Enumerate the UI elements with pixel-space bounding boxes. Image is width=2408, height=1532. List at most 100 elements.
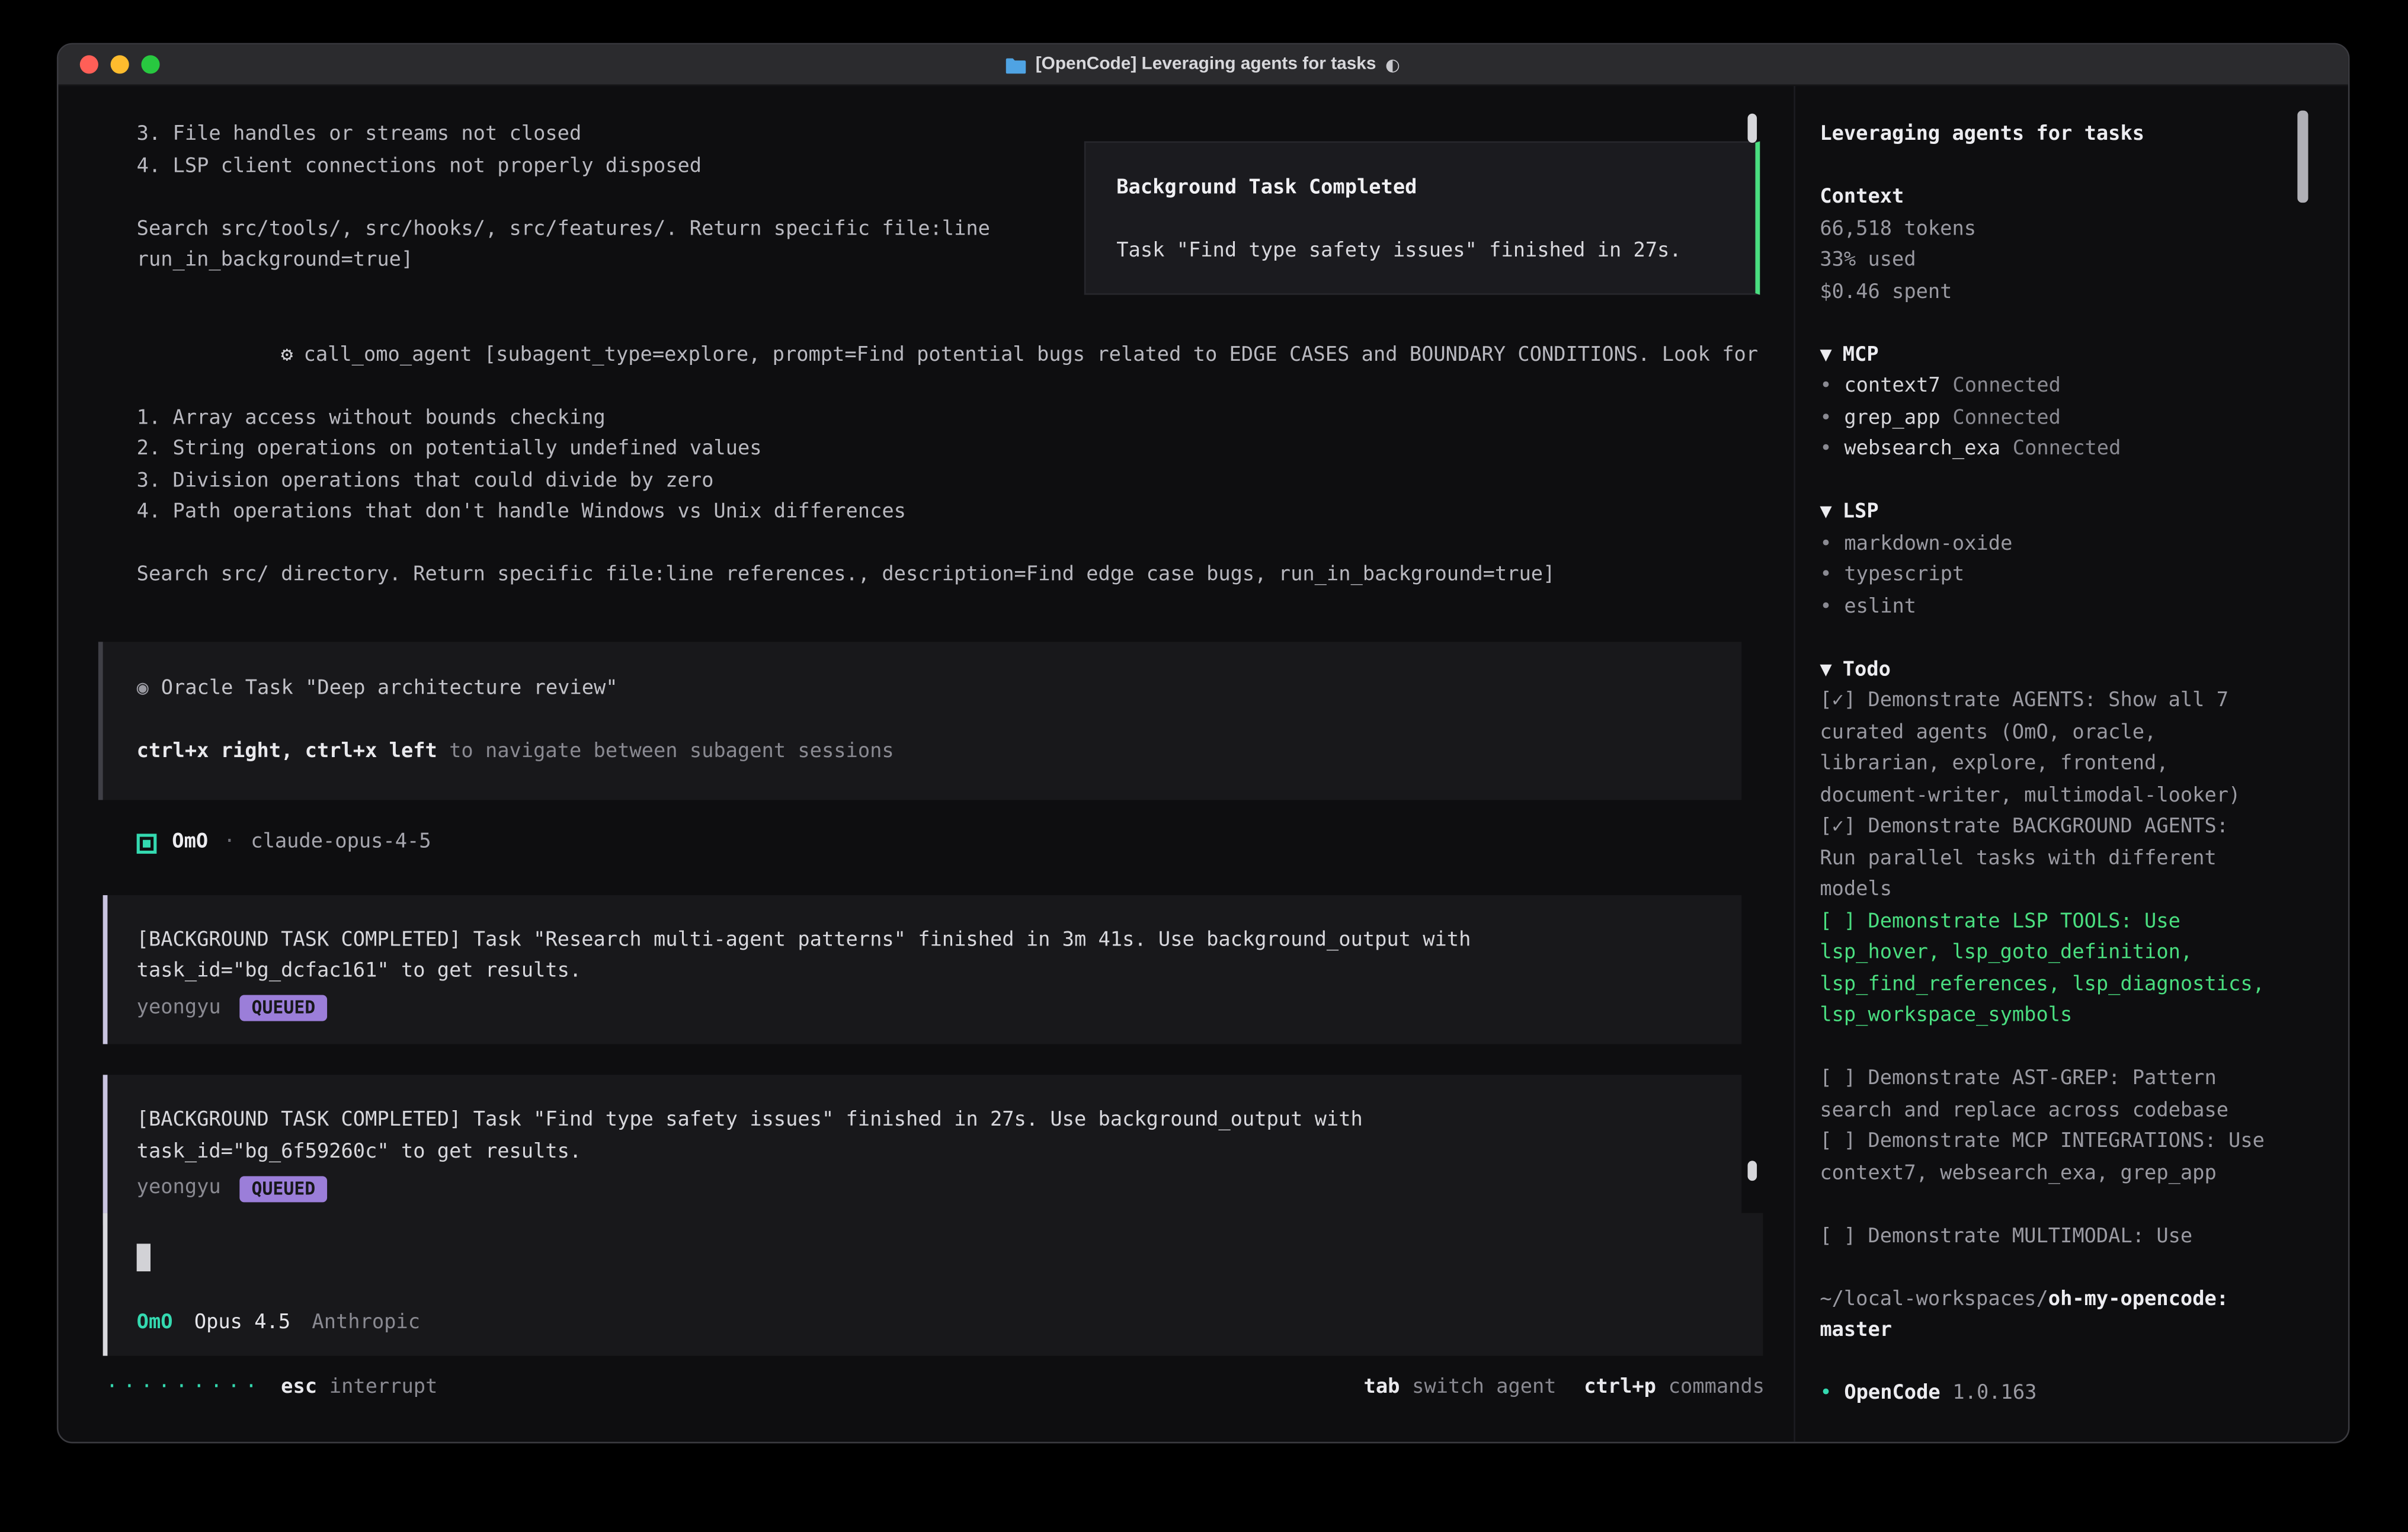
mcp-item: •grep_appConnected: [1820, 403, 2271, 434]
agent-header: OmO · claude-opus-4-5: [137, 828, 1765, 859]
lsp-item: •typescript: [1820, 560, 2271, 592]
lsp-name: eslint: [1844, 595, 1916, 618]
bullet-icon: •: [1820, 374, 1831, 398]
window-title: [OpenCode] Leveraging agents for tasks ◐: [58, 55, 2348, 75]
chevron-down-icon: ▼: [1820, 343, 1831, 366]
bullet-icon: •: [1820, 438, 1831, 461]
omo-agent-icon: [137, 834, 157, 854]
title-bar[interactable]: [OpenCode] Leveraging agents for tasks ◐: [58, 44, 2348, 86]
bullet-icon: •: [1820, 406, 1831, 430]
mcp-item: • websearch_exa Connected: [1820, 434, 2271, 466]
lsp-item: •markdown-oxide: [1820, 529, 2271, 560]
queued-badge: QUEUED: [239, 995, 328, 1021]
session-sidebar: Leveraging agents for tasks Context 66,5…: [1794, 86, 2348, 1443]
lsp-name: typescript: [1844, 563, 1964, 586]
lsp-section-header[interactable]: ▼ LSP: [1820, 498, 2271, 529]
ctrl-p-key-hint: ctrl+p: [1584, 1373, 1656, 1405]
chat-pane: 3. File handles or streams not closed 4.…: [58, 86, 1794, 1443]
mcp-heading: MCP: [1843, 343, 1879, 366]
hint-rest: to navigate between subagent sessions: [437, 739, 894, 762]
toast-title: Background Task Completed: [1116, 174, 1755, 205]
tool-call-item: 4. Path operations that don't handle Win…: [137, 498, 1765, 529]
tab-key-hint: tab: [1364, 1373, 1400, 1405]
task-user: yeongyu: [137, 993, 221, 1024]
mcp-status: Connected: [1952, 374, 2061, 398]
tab-key-label: switch agent: [1412, 1373, 1556, 1405]
mcp-name: websearch_exa: [1844, 438, 2000, 461]
todo-section-header[interactable]: ▼ Todo: [1820, 655, 2271, 686]
active-model-label: Opus 4.5: [194, 1308, 290, 1339]
window-title-text: [OpenCode] Leveraging agents for tasks: [1036, 55, 1376, 73]
todo-heading: Todo: [1843, 658, 1891, 681]
gear-icon: ⚙: [281, 343, 293, 366]
close-button[interactable]: [80, 55, 98, 73]
todo-item-pending: [ ] Demonstrate MCP INTEGRATIONS: Use co…: [1820, 1127, 2271, 1190]
todo-item-done: [✓] Demonstrate BACKGROUND AGENTS: Run p…: [1820, 812, 2271, 906]
tool-call-item: 2. String operations on potentially unde…: [137, 434, 1765, 466]
tool-call-header: ⚙ call_omo_agent [subagent_type=explore, …: [137, 309, 1765, 403]
workspace-path-prefix: ~/local-workspaces/: [1820, 1287, 2048, 1310]
task-user: yeongyu: [137, 1173, 221, 1204]
chevron-down-icon: ▼: [1820, 658, 1831, 681]
session-title: Leveraging agents for tasks: [1820, 120, 2271, 151]
oracle-bullet-icon: ◉: [137, 674, 149, 705]
chat-scrollbar-thumb[interactable]: [1748, 114, 1757, 143]
app-version-number: 1.0.163: [1952, 1382, 2036, 1405]
oracle-task-panel: ◉ Oracle Task "Deep architecture review"…: [98, 641, 1741, 800]
traffic-lights: [80, 55, 160, 73]
input-footer: OmO Opus 4.5 Anthropic: [137, 1308, 420, 1339]
context-tokens: 66,518 tokens: [1820, 214, 2271, 246]
task-line: [BACKGROUND TASK COMPLETED] Task "Find t…: [137, 1105, 1711, 1137]
mcp-name: context7: [1844, 374, 1940, 398]
app-name: OpenCode: [1844, 1382, 1940, 1405]
chevron-down-icon: ▼: [1820, 501, 1831, 524]
lsp-section: ▼ LSP •markdown-oxide •typescript • eslint: [1820, 498, 2271, 624]
active-provider-label: Anthropic: [312, 1308, 420, 1339]
bullet-icon: •: [1820, 595, 1831, 618]
tool-call-text: call_omo_agent [subagent_type=explore, p…: [304, 343, 1759, 366]
toast-body: Task "Find type safety issues" finished …: [1116, 236, 1755, 268]
oracle-title-text: Oracle Task "Deep architecture review": [161, 674, 618, 705]
folder-icon: [1006, 56, 1026, 73]
todo-item-pending: [ ] Demonstrate MULTIMODAL: Use: [1820, 1222, 2271, 1253]
sidebar-scrollbar-thumb[interactable]: [2297, 111, 2308, 203]
context-heading: Context: [1820, 182, 2271, 214]
agent-name: OmO: [172, 828, 208, 859]
mcp-section: ▼ MCP • context7 Connected •grep_appConnect…: [1820, 340, 2271, 466]
task-line: task_id="bg_6f59260c" to get results.: [137, 1137, 1711, 1168]
prompt-input[interactable]: OmO Opus 4.5 Anthropic: [103, 1213, 1763, 1356]
oracle-navigation-hint: ctrl+x right, ctrl+x left to navigate be…: [137, 736, 1741, 768]
context-section: Context 66,518 tokens 33% used $0.46 spe…: [1820, 182, 2271, 309]
background-task-message: [BACKGROUND TASK COMPLETED] Task "Find t…: [103, 1075, 1741, 1225]
queued-badge: QUEUED: [239, 1176, 328, 1202]
todo-section: ▼ Todo [✓] Demonstrate AGENTS: Show all 7…: [1820, 655, 2271, 1253]
minimize-button[interactable]: [111, 55, 129, 73]
workspace-repo: oh-my-opencode:: [2048, 1287, 2228, 1310]
tool-call-item: 1. Array access without bounds checking: [137, 403, 1765, 434]
todo-item-done: [✓] Demonstrate AGENTS: Show all 7 curat…: [1820, 687, 2271, 813]
desktop: [OpenCode] Leveraging agents for tasks ◐…: [0, 0, 2408, 1532]
lsp-heading: LSP: [1843, 501, 1879, 524]
separator-dot: ·: [223, 828, 235, 859]
context-spent: $0.46 spent: [1820, 277, 2271, 309]
hint-keys: ctrl+x right, ctrl+x left: [137, 739, 437, 762]
zoom-button[interactable]: [141, 55, 159, 73]
tool-call-item: 3. Division operations that could divide…: [137, 466, 1765, 498]
spinner-dots-icon: ·········: [106, 1373, 262, 1405]
mcp-status: Connected: [2013, 438, 2121, 461]
todo-item-pending: [ ] Demonstrate AST-GREP: Pattern search…: [1820, 1064, 2271, 1127]
esc-key-label: interrupt: [329, 1373, 438, 1405]
mcp-section-header[interactable]: ▼ MCP: [1820, 340, 2271, 371]
task-meta: yeongyu QUEUED: [137, 993, 1711, 1024]
task-meta: yeongyu QUEUED: [137, 1173, 1711, 1204]
bullet-icon: •: [1820, 1382, 1831, 1405]
mcp-status: Connected: [1952, 406, 2061, 430]
workspace-branch: master: [1820, 1316, 2271, 1347]
background-task-toast[interactable]: Background Task Completed Task "Find typ…: [1084, 141, 1760, 294]
active-agent-chip[interactable]: OmO: [137, 1308, 173, 1339]
mcp-item: • context7 Connected: [1820, 371, 2271, 403]
esc-key-hint: esc: [281, 1373, 317, 1405]
chat-scrollbar-marker[interactable]: [1748, 1161, 1757, 1181]
todo-item-active: [ ] Demonstrate LSP TOOLS: Use lsp_hover…: [1820, 906, 2271, 1033]
lsp-name: markdown-oxide: [1844, 532, 2012, 555]
